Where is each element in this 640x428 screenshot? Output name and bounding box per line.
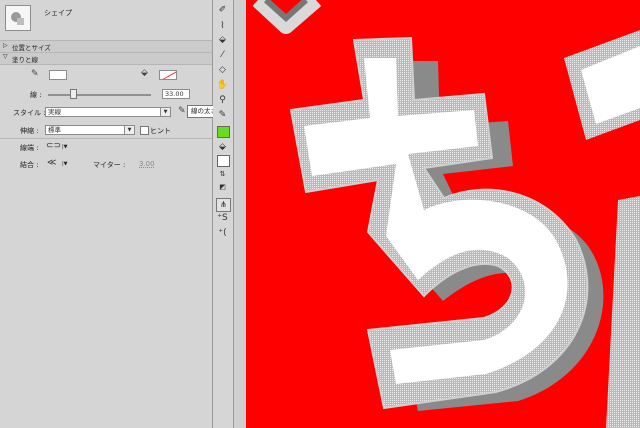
style-label: スタイル : [13, 109, 46, 117]
chevron-down-icon[interactable]: |▼ [62, 161, 68, 167]
section-position-size[interactable]: ▷ 位置とサイズ [0, 41, 212, 52]
straighten-icon[interactable]: ⁺( [215, 226, 230, 241]
partial-shape-outline [252, 0, 322, 34]
stroke-color-chip[interactable] [217, 126, 230, 138]
second-glyph-partial [564, 30, 640, 428]
scale-select-value: 標準 [48, 126, 61, 134]
section-position-size-label: 位置とサイズ [12, 44, 51, 52]
zoom-icon[interactable]: ⚲ [215, 93, 230, 108]
eyedropper-icon[interactable]: ⁄ [215, 48, 230, 63]
join-label: 結合 : [20, 161, 39, 169]
fill-color-chip[interactable] [217, 155, 230, 167]
snap-to-objects-icon[interactable]: ⋔ [216, 198, 231, 212]
scale-select[interactable]: 標準 ▼ [45, 125, 135, 135]
stroke-label: 線 : [30, 91, 42, 99]
stage-gutter [234, 0, 246, 428]
paint-bucket-icon: ⬙ [141, 68, 148, 78]
shape-symbol-icon [5, 5, 31, 31]
smooth-icon[interactable]: ⁺S [215, 211, 230, 226]
chevron-down-icon: ▼ [160, 108, 170, 116]
chevron-down-icon: ▼ [124, 126, 134, 134]
hint-label: ヒント [150, 127, 171, 135]
style-select-value: 実線 [48, 108, 61, 116]
default-colors-icon[interactable]: ◩ [215, 180, 230, 195]
panel-title: シェイプ [44, 9, 72, 17]
edit-style-pencil-icon[interactable]: ✎ [178, 106, 186, 116]
fill-color-swatch[interactable] [159, 70, 177, 80]
stroke-slider-thumb[interactable] [70, 89, 77, 99]
pencil-icon: ✎ [31, 69, 39, 79]
stroke-slider-track[interactable] [48, 94, 151, 96]
properties-panel: シェイプ ▷ 位置とサイズ ▽ 塗りと線 ✎ ⬙ 線 : 33.00 スタイル … [0, 0, 221, 428]
cap-style-icon[interactable]: ⊂⊃ [46, 141, 61, 151]
style-select[interactable]: 実線 ▼ [45, 107, 171, 117]
fill-color-tool-icon[interactable]: ⬙ [215, 140, 230, 155]
cap-label: 線端 : [20, 144, 39, 152]
chevron-down-icon[interactable]: |▼ [62, 144, 68, 150]
join-style-icon[interactable]: ≪ [47, 158, 56, 168]
paint-bucket-tool-icon[interactable]: ⬙ [215, 33, 230, 48]
stroke-color-swatch[interactable] [49, 70, 67, 80]
tools-toolbar: ✐ ⌇ ⬙ ⁄ ◇ ✋ ⚲ ✎ ⬙ ⇅ ◩ ⋔ ⁺S ⁺( [213, 0, 234, 428]
hand-icon[interactable]: ✋ [215, 78, 230, 93]
section-fill-stroke[interactable]: ▽ 塗りと線 [0, 53, 212, 64]
triangle-right-icon: ▷ [3, 42, 8, 49]
miter-label: マイター : [93, 161, 126, 169]
triangle-down-icon: ▽ [3, 53, 8, 60]
deco-brush-icon[interactable]: ✐ [215, 3, 230, 18]
bone-tool-icon[interactable]: ⌇ [215, 19, 230, 34]
stroke-color-tool-icon[interactable]: ✎ [215, 108, 230, 123]
scale-label: 伸縮 : [20, 127, 39, 135]
miter-value[interactable]: 3.00 [139, 160, 155, 168]
section-fill-stroke-label: 塗りと線 [12, 56, 38, 64]
stage-canvas[interactable] [246, 0, 640, 428]
eraser-icon[interactable]: ◇ [215, 63, 230, 78]
stroke-width-input[interactable]: 33.00 [162, 89, 190, 99]
hint-checkbox[interactable] [140, 126, 149, 135]
